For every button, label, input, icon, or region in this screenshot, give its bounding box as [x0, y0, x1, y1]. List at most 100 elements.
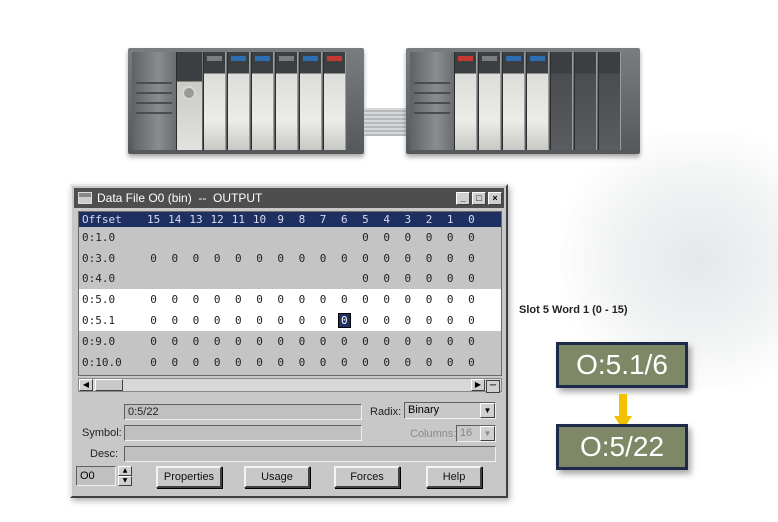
bit-cell[interactable]: 0	[355, 293, 376, 306]
row-address[interactable]: 0:10.0	[79, 356, 143, 369]
bit-cell[interactable]: 0	[270, 252, 291, 265]
bit-cell[interactable]: 0	[440, 231, 461, 244]
bit-cell[interactable]: 0	[397, 335, 418, 348]
row-address[interactable]: 0:9.0	[79, 335, 143, 348]
bit-cell[interactable]: 0	[313, 293, 334, 306]
bit-cell[interactable]: 0	[418, 293, 439, 306]
row-address[interactable]: 0:4.0	[79, 272, 143, 285]
bit-cell[interactable]: 0	[185, 335, 206, 348]
address-field[interactable]: 0:5/22	[124, 404, 362, 420]
close-button[interactable]: ×	[488, 191, 502, 205]
bit-cell[interactable]: 0	[313, 335, 334, 348]
bit-cell[interactable]: 0	[313, 252, 334, 265]
bit-cell[interactable]: 0	[143, 293, 164, 306]
row-address[interactable]: 0:3.0	[79, 252, 143, 265]
bit-cell[interactable]: 0	[207, 252, 228, 265]
bit-cell[interactable]: 0	[355, 252, 376, 265]
bit-cell[interactable]: 0	[164, 335, 185, 348]
bit-cell[interactable]: 0	[164, 252, 185, 265]
bit-cell[interactable]: 0	[355, 356, 376, 369]
bit-cell[interactable]: 0	[355, 314, 376, 327]
bit-cell[interactable]: 0	[376, 314, 397, 327]
bit-cell[interactable]: 0	[440, 314, 461, 327]
row-address[interactable]: 0:5.0	[79, 293, 143, 306]
bit-cell[interactable]: 0	[418, 272, 439, 285]
title-bar[interactable]: Data File O0 (bin) -- OUTPUT _ □ ×	[74, 188, 504, 208]
bit-cell[interactable]: 0	[228, 314, 249, 327]
bit-cell[interactable]: 0	[164, 293, 185, 306]
dropdown-arrow-icon[interactable]: ▼	[480, 426, 495, 441]
symbol-field[interactable]	[124, 425, 362, 441]
bit-cell[interactable]: 0	[313, 314, 334, 327]
bit-cell[interactable]: 0	[249, 293, 270, 306]
bit-cell[interactable]: 0	[440, 335, 461, 348]
bit-cell[interactable]: 0	[334, 335, 355, 348]
row-address[interactable]: 0:5.1	[79, 314, 143, 327]
bit-cell[interactable]: 0	[270, 293, 291, 306]
collapse-button[interactable]: −	[486, 380, 500, 393]
bit-cell[interactable]: 0	[143, 314, 164, 327]
bit-cell[interactable]: 0	[270, 356, 291, 369]
bit-cell[interactable]: 0	[355, 231, 376, 244]
bit-cell[interactable]: 0	[461, 252, 482, 265]
bit-cell[interactable]: 0	[418, 314, 439, 327]
bit-cell[interactable]: 0	[185, 293, 206, 306]
bit-cell[interactable]: 0	[228, 335, 249, 348]
bit-cell[interactable]: 0	[334, 252, 355, 265]
bit-cell[interactable]: 0	[376, 252, 397, 265]
columns-select[interactable]: 16 ▼	[456, 425, 496, 442]
bit-cell[interactable]: 0	[397, 356, 418, 369]
desc-field[interactable]	[124, 446, 496, 462]
bit-cell[interactable]: 0	[249, 252, 270, 265]
bit-cell[interactable]: 0	[291, 252, 312, 265]
bit-cell[interactable]: 0	[461, 272, 482, 285]
bit-cell[interactable]: 0	[334, 293, 355, 306]
spin-down-icon[interactable]: ▼	[118, 476, 132, 486]
bit-cell[interactable]: 0	[313, 356, 334, 369]
bit-cell[interactable]: 0	[164, 314, 185, 327]
properties-button[interactable]: Properties	[156, 466, 222, 488]
bit-cell[interactable]: 0	[228, 252, 249, 265]
bit-cell[interactable]: 0	[461, 231, 482, 244]
bit-cell[interactable]: 0	[397, 252, 418, 265]
bit-cell[interactable]: 0	[418, 335, 439, 348]
bit-cell[interactable]: 0	[440, 356, 461, 369]
bit-cell[interactable]: 0	[185, 356, 206, 369]
bit-cell[interactable]: 0	[228, 356, 249, 369]
bit-cell[interactable]: 0	[376, 272, 397, 285]
usage-button[interactable]: Usage	[244, 466, 310, 488]
bit-cell[interactable]: 0	[291, 293, 312, 306]
bit-cell[interactable]: 0	[461, 314, 482, 327]
row-address[interactable]: 0:1.0	[79, 231, 143, 244]
bit-cell[interactable]: 0	[355, 335, 376, 348]
bit-cell[interactable]: 0	[461, 293, 482, 306]
bit-cell[interactable]: 0	[418, 356, 439, 369]
maximize-button[interactable]: □	[472, 191, 486, 205]
scroll-thumb[interactable]	[95, 379, 123, 391]
bit-cell[interactable]: 0	[185, 252, 206, 265]
bit-cell[interactable]: 0	[440, 252, 461, 265]
minimize-button[interactable]: _	[456, 191, 470, 205]
bit-cell[interactable]: 0	[376, 356, 397, 369]
bit-cell[interactable]: 0	[270, 335, 291, 348]
bit-cell[interactable]: 0	[291, 314, 312, 327]
bit-cell[interactable]: 0	[291, 356, 312, 369]
bit-cell[interactable]: 0	[334, 356, 355, 369]
selected-bit-cell[interactable]: 0	[334, 313, 355, 329]
bit-cell[interactable]: 0	[418, 252, 439, 265]
bit-cell[interactable]: 0	[397, 314, 418, 327]
bit-cell[interactable]: 0	[143, 335, 164, 348]
bit-cell[interactable]: 0	[418, 231, 439, 244]
bit-cell[interactable]: 0	[143, 252, 164, 265]
bit-cell[interactable]: 0	[440, 293, 461, 306]
bit-cell[interactable]: 0	[228, 293, 249, 306]
bit-cell[interactable]: 0	[461, 335, 482, 348]
dropdown-arrow-icon[interactable]: ▼	[480, 403, 495, 418]
file-number-field[interactable]: O0	[76, 466, 116, 486]
radix-select[interactable]: Binary ▼	[404, 402, 496, 419]
bit-cell[interactable]: 0	[461, 356, 482, 369]
scroll-right-icon[interactable]: ▶	[471, 379, 485, 391]
bit-cell[interactable]: 0	[207, 356, 228, 369]
bit-cell[interactable]: 0	[376, 293, 397, 306]
bit-cell[interactable]: 0	[270, 314, 291, 327]
